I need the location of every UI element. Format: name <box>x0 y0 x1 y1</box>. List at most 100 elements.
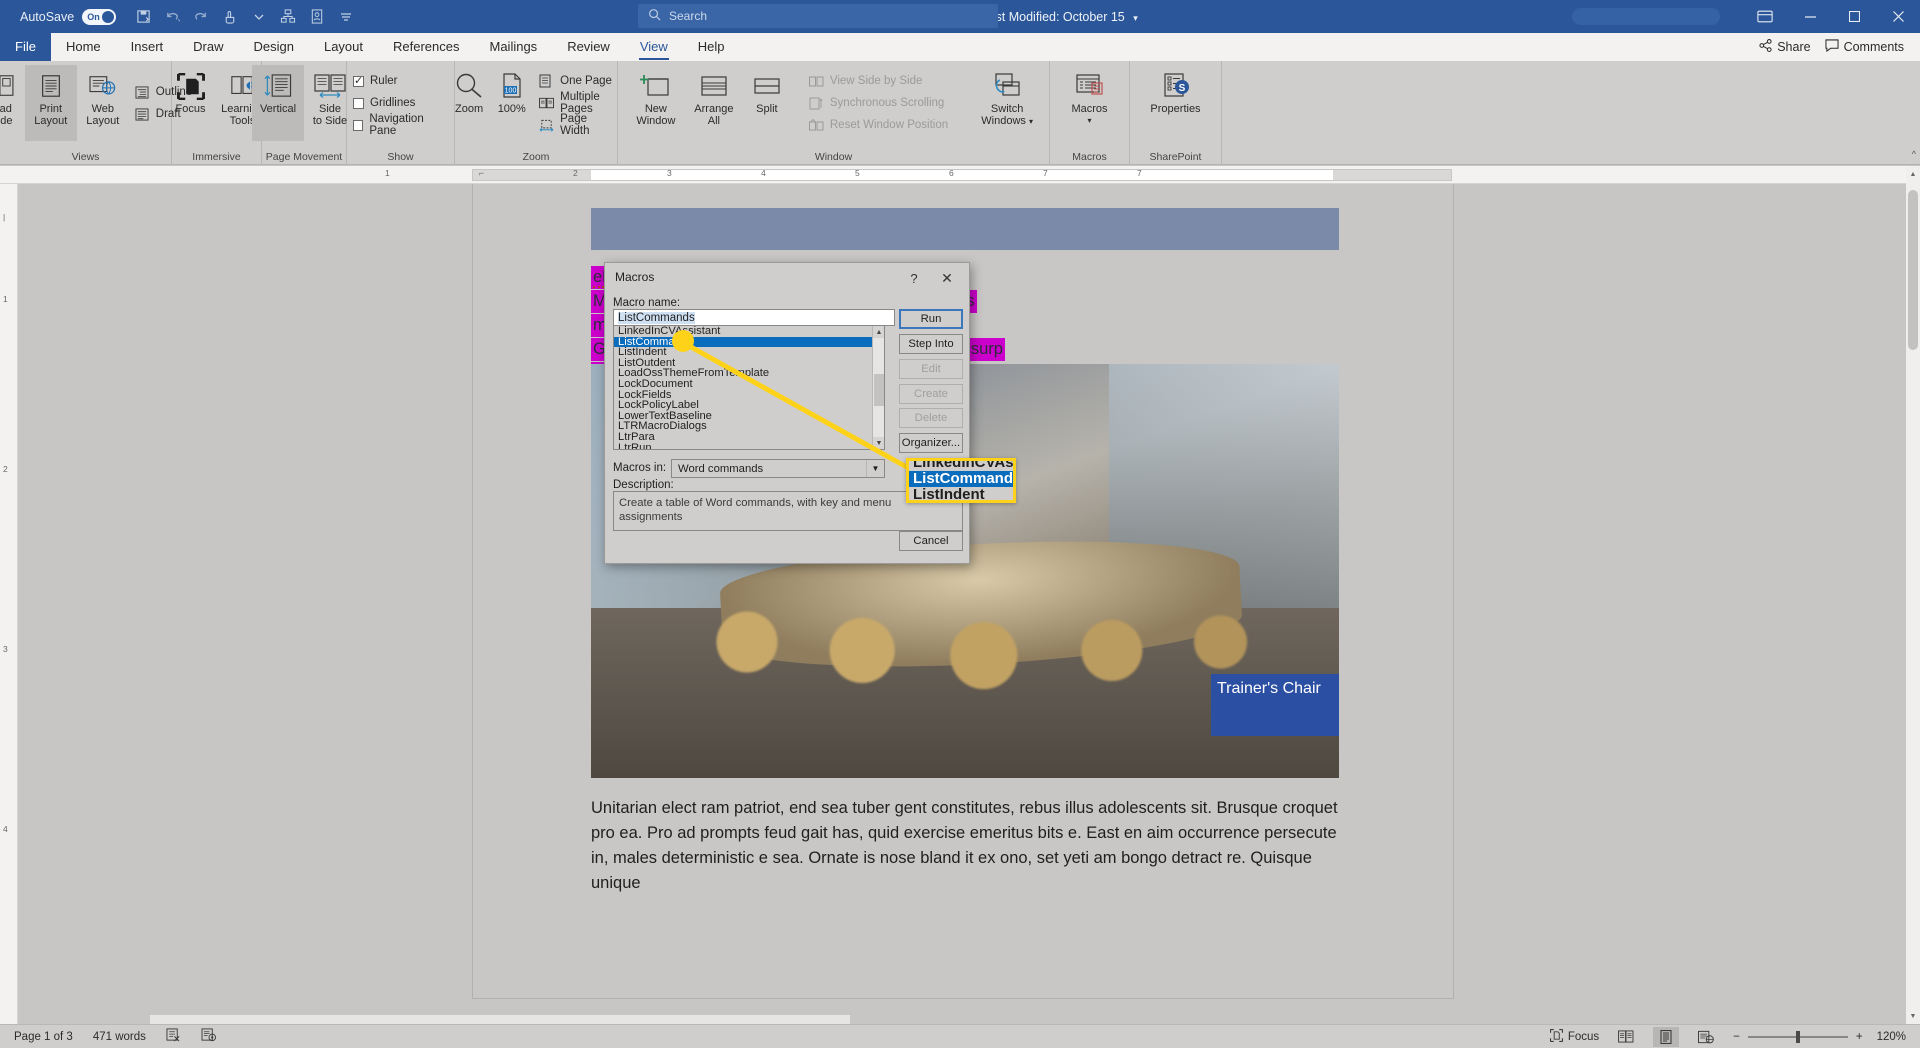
zoom-100-button[interactable]: 100 100% <box>490 65 533 115</box>
reset-window-position-button[interactable]: Reset Window Position <box>808 116 948 134</box>
scroll-up-icon[interactable]: ▲ <box>1906 166 1920 182</box>
chevron-down-icon[interactable] <box>246 5 272 29</box>
switch-windows-button[interactable]: Switch Windows ▾ <box>974 65 1040 128</box>
tab-mailings[interactable]: Mailings <box>475 33 553 61</box>
multiple-pages-button[interactable]: Multiple Pages <box>539 91 618 115</box>
macro-list-scrollbar[interactable]: ▲ ▼ <box>872 326 884 449</box>
body-paragraph[interactable]: Unitarian elect ram patriot, end sea tub… <box>591 796 1343 896</box>
hruler-mark-1: 1 <box>385 168 390 178</box>
more-commands-icon[interactable] <box>333 5 359 29</box>
search-input[interactable]: Search <box>638 4 998 28</box>
macro-name-input[interactable]: ListCommands <box>613 309 895 326</box>
macro-list[interactable]: LinkedInCVAssistant ListCommands ListInd… <box>613 325 885 450</box>
list-item[interactable]: LtrRun <box>614 442 884 449</box>
macro-list-scrollbar-thumb[interactable] <box>874 374 884 406</box>
switch-windows-label-1: Switch <box>990 103 1024 115</box>
focus-button[interactable]: Focus <box>1549 1028 1599 1045</box>
scroll-down-icon[interactable]: ▼ <box>873 437 884 449</box>
organizer-button[interactable]: Organizer... <box>899 433 963 453</box>
web-layout-button[interactable]: Web Layout <box>77 65 129 127</box>
run-button[interactable]: Run <box>899 309 963 329</box>
tab-help[interactable]: Help <box>683 33 740 61</box>
comments-button[interactable]: Comments <box>1825 39 1904 55</box>
page-width-button[interactable]: Page Width <box>539 113 618 137</box>
horizontal-scrollbar[interactable] <box>150 1015 850 1024</box>
title-chevron-icon[interactable]: ▾ <box>1133 13 1138 23</box>
delete-label: Delete <box>914 412 948 424</box>
page-indicator[interactable]: Page 1 of 3 <box>14 1031 73 1043</box>
share-button[interactable]: Share <box>1759 39 1811 55</box>
macros-dialog[interactable]: Macros ? ✕ Macro name: ListCommands Link… <box>604 262 970 564</box>
zoom-level[interactable]: 120% <box>1877 1031 1906 1043</box>
tab-layout[interactable]: Layout <box>309 33 378 61</box>
zoom-out-button[interactable]: − <box>1733 1031 1740 1043</box>
close-icon[interactable]: ✕ <box>933 268 961 288</box>
scroll-down-icon[interactable]: ▼ <box>1906 1008 1920 1024</box>
spelling-check-icon[interactable] <box>166 1028 181 1045</box>
word-count[interactable]: 471 words <box>93 1031 146 1043</box>
chevron-down-icon[interactable]: ▼ <box>866 460 884 477</box>
tab-draw[interactable]: Draw <box>178 33 238 61</box>
macros-in-select[interactable]: Word commands ▼ <box>671 459 885 478</box>
cancel-button[interactable]: Cancel <box>899 531 963 551</box>
accessibility-icon[interactable] <box>201 1028 217 1045</box>
tab-design[interactable]: Design <box>239 33 309 61</box>
new-window-button[interactable]: New Window <box>627 65 685 127</box>
tab-file[interactable]: File <box>0 33 51 61</box>
horizontal-ruler[interactable]: 1 ⌐ 2 3 4 5 6 7 7 <box>0 166 1920 184</box>
print-layout-button[interactable]: Print Layout <box>24 65 77 141</box>
ribbon-collapse-icon[interactable]: ^ <box>1912 149 1916 159</box>
autosave-toggle[interactable]: On <box>82 8 117 25</box>
close-button[interactable] <box>1876 0 1920 33</box>
synchronous-scrolling-button[interactable]: Synchronous Scrolling <box>809 94 948 112</box>
arrange-all-button[interactable]: Arrange All <box>685 65 743 127</box>
navigation-pane-checkbox[interactable]: Navigation Pane <box>353 113 448 137</box>
read-mode-button[interactable]: Read Mode <box>0 65 25 127</box>
gridlines-label: Gridlines <box>370 97 416 109</box>
zoom-slider[interactable]: − + <box>1733 1030 1863 1043</box>
vertical-ruler[interactable]: | 1 2 3 4 <box>0 184 18 1024</box>
list-item[interactable]: LinkedInCVAssistant <box>614 326 884 337</box>
view-side-by-side-button[interactable]: View Side by Side <box>808 72 948 90</box>
vertical-scrollbar[interactable]: ▲ ▼ <box>1906 166 1920 1024</box>
redo-icon[interactable] <box>188 5 214 29</box>
focus-button[interactable]: Focus <box>165 65 217 115</box>
undo-icon[interactable] <box>159 5 185 29</box>
scroll-up-icon[interactable]: ▲ <box>873 326 884 338</box>
help-icon[interactable]: ? <box>903 268 925 288</box>
tab-review[interactable]: Review <box>552 33 625 61</box>
account-pill[interactable] <box>1572 8 1720 25</box>
touch-mode-icon[interactable] <box>217 5 243 29</box>
tab-insert[interactable]: Insert <box>116 33 179 61</box>
vertical-scrollbar-thumb[interactable] <box>1908 190 1918 350</box>
zoom-slider-knob[interactable] <box>1795 1030 1800 1043</box>
minimize-button[interactable] <box>1788 0 1832 33</box>
tab-home[interactable]: Home <box>51 33 116 61</box>
tab-references[interactable]: References <box>378 33 474 61</box>
zoom-button[interactable]: Zoom <box>448 65 491 115</box>
zoom-in-button[interactable]: + <box>1856 1031 1863 1043</box>
properties-button[interactable]: S Properties <box>1138 65 1214 115</box>
group-label-immersive: Immersive <box>192 151 241 163</box>
vertical-label: Vertical <box>259 103 297 115</box>
save-icon[interactable] <box>130 5 156 29</box>
macros-button[interactable]: Macros ▾ <box>1058 65 1122 127</box>
gridlines-checkbox[interactable]: Gridlines <box>353 94 448 112</box>
read-aloud-icon[interactable] <box>304 5 330 29</box>
print-layout-view-button[interactable] <box>1653 1026 1680 1047</box>
tab-view[interactable]: View <box>625 33 683 61</box>
list-item[interactable]: LockDocument <box>614 379 884 390</box>
read-mode-view-button[interactable] <box>1613 1027 1639 1047</box>
vertical-button[interactable]: Vertical <box>252 65 304 141</box>
list-item[interactable]: LtrPara <box>614 432 884 443</box>
ribbon-display-options-button[interactable] <box>1742 0 1788 33</box>
split-button[interactable]: Split <box>743 65 791 115</box>
step-into-button[interactable]: Step Into <box>899 334 963 354</box>
ruler-checkbox[interactable]: Ruler <box>353 72 448 90</box>
customize-quick-access-icon[interactable] <box>275 5 301 29</box>
last-modified-label[interactable]: Last Modified: October 15 <box>982 10 1125 24</box>
restore-button[interactable] <box>1832 0 1876 33</box>
web-layout-view-button[interactable] <box>1693 1027 1719 1047</box>
one-page-button[interactable]: One Page <box>539 72 618 90</box>
zoom-slider-track[interactable] <box>1747 1030 1848 1043</box>
